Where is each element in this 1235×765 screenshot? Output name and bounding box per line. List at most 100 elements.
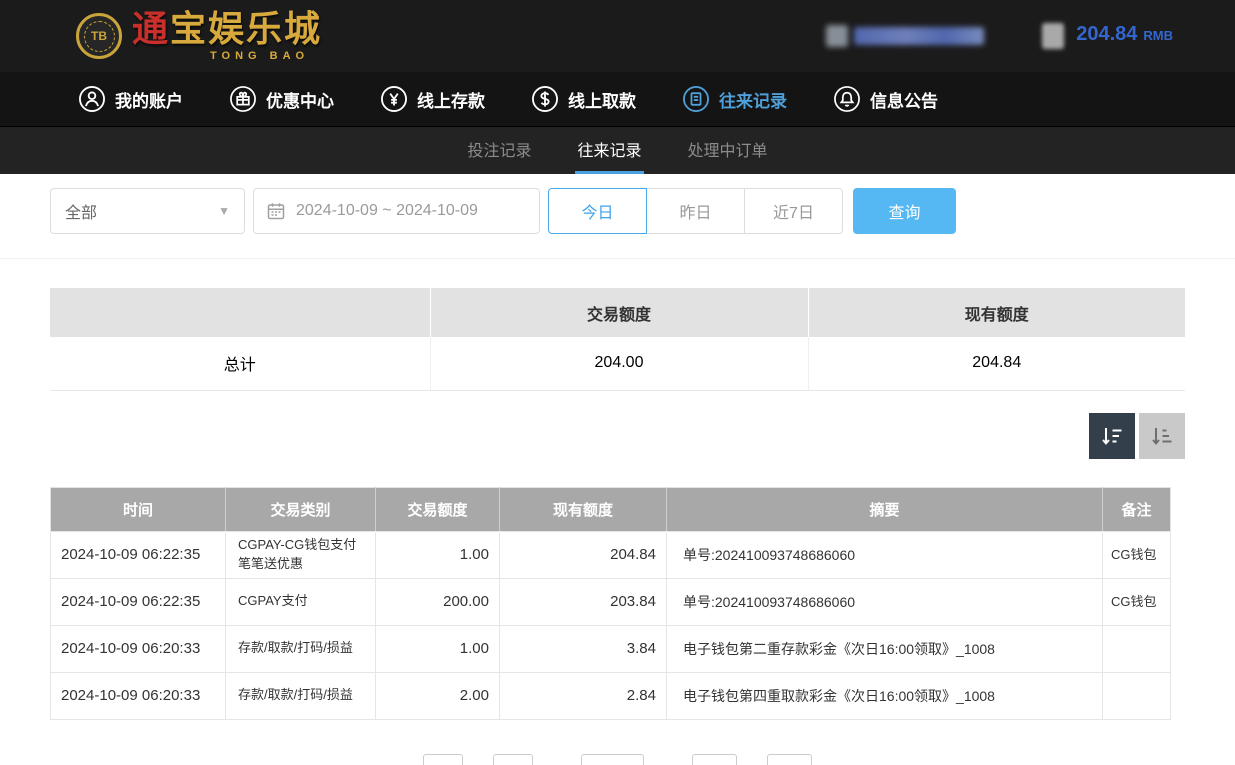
cell-type: 存款/取款/打码/损益 <box>226 672 376 719</box>
summary-total-balance: 204.84 <box>808 337 1185 390</box>
col-header-type: 交易类别 <box>226 487 376 531</box>
cell-summary: 电子钱包第四重取款彩金《次日16:00领取》_1008 <box>667 672 1103 719</box>
cell-amount: 1.00 <box>376 625 500 672</box>
main-nav: 我的账户 优惠中心 线上存款 线上取款 往来记录 <box>0 72 1235 126</box>
nav-item-my-account[interactable]: 我的账户 <box>78 85 183 113</box>
nav-item-label: 我的账户 <box>115 87 183 112</box>
logo-subtitle: TONG BAO <box>210 51 322 62</box>
cell-note <box>1103 672 1171 719</box>
nav-item-label: 信息公告 <box>870 87 938 112</box>
nav-item-label: 往来记录 <box>719 87 787 112</box>
col-header-amount: 交易额度 <box>376 487 500 531</box>
summary-header-row: 交易额度 现有额度 <box>50 288 1185 337</box>
yesterday-button[interactable]: 昨日 <box>646 188 745 234</box>
cell-time: 2024-10-09 06:22:35 <box>51 578 226 625</box>
summary-total-label: 总计 <box>50 337 430 390</box>
today-button[interactable]: 今日 <box>548 188 647 234</box>
gift-icon <box>229 85 257 113</box>
nav-item-label: 线上取款 <box>568 87 636 112</box>
cell-amount: 2.00 <box>376 672 500 719</box>
logo-text: 通宝娱乐城 TONG BAO <box>132 11 322 62</box>
cell-note: CG钱包 <box>1103 531 1171 578</box>
tab-betting-records[interactable]: 投注记录 <box>465 127 533 174</box>
date-range-input[interactable]: 2024-10-09 ~ 2024-10-09 <box>253 188 540 234</box>
user-icon <box>78 85 106 113</box>
tab-pending-orders[interactable]: 处理中订单 <box>686 127 770 174</box>
top-bar: TB 通宝娱乐城 TONG BAO 204.84 RMB <box>0 0 1235 72</box>
sort-desc-icon <box>1099 423 1125 449</box>
cell-summary: 单号:202410093748686060 <box>667 578 1103 625</box>
tab-transaction-records[interactable]: 往来记录 <box>575 127 643 174</box>
col-header-summary: 摘要 <box>667 487 1103 531</box>
cell-note: CG钱包 <box>1103 578 1171 625</box>
calendar-icon <box>266 201 286 221</box>
nav-item-label: 优惠中心 <box>266 87 334 112</box>
sort-controls <box>50 413 1185 459</box>
chevron-down-icon: ▼ <box>218 204 230 218</box>
cell-summary: 电子钱包第二重存款彩金《次日16:00领取》_1008 <box>667 625 1103 672</box>
username-blur <box>854 27 984 45</box>
cell-balance: 203.84 <box>500 578 667 625</box>
records-header-row: 时间 交易类别 交易额度 现有额度 摘要 备注 <box>51 487 1171 531</box>
cell-time: 2024-10-09 06:20:33 <box>51 625 226 672</box>
avatar <box>826 25 848 47</box>
pagination-button[interactable] <box>423 754 463 765</box>
sort-asc-icon <box>1149 423 1175 449</box>
cell-balance: 3.84 <box>500 625 667 672</box>
cell-amount: 1.00 <box>376 531 500 578</box>
quick-range-group: 今日 昨日 近7日 <box>548 188 843 234</box>
cell-summary: 单号:202410093748686060 <box>667 531 1103 578</box>
sort-desc-button[interactable] <box>1089 413 1135 459</box>
cell-type: CGPAY支付 <box>226 578 376 625</box>
summary-header-balance: 现有额度 <box>808 288 1185 337</box>
cell-amount: 200.00 <box>376 578 500 625</box>
table-row: 2024-10-09 06:20:33 存款/取款/打码/损益 1.00 3.8… <box>51 625 1171 672</box>
pagination <box>0 754 1235 765</box>
deposit-coin-icon <box>380 85 408 113</box>
page-select[interactable] <box>581 754 644 765</box>
records-table: 时间 交易类别 交易额度 现有额度 摘要 备注 2024-10-09 06:22… <box>50 487 1171 720</box>
withdraw-coin-icon <box>531 85 559 113</box>
col-header-note: 备注 <box>1103 487 1171 531</box>
filter-bar: 全部 ▼ 2024-10-09 ~ 2024-10-09 今日 昨日 近7日 查… <box>0 174 1235 259</box>
page: TB 通宝娱乐城 TONG BAO 204.84 RMB 我的账户 <box>0 0 1235 765</box>
date-range-value: 2024-10-09 ~ 2024-10-09 <box>296 202 478 220</box>
type-select[interactable]: 全部 ▼ <box>50 188 245 234</box>
col-header-balance: 现有额度 <box>500 487 667 531</box>
nav-item-transaction-records[interactable]: 往来记录 <box>682 85 787 113</box>
pagination-button[interactable] <box>692 754 737 765</box>
sort-asc-button[interactable] <box>1139 413 1185 459</box>
last7days-button[interactable]: 近7日 <box>744 188 843 234</box>
balance-currency: RMB <box>1143 28 1173 43</box>
top-right-cluster: 204.84 RMB <box>826 23 1173 49</box>
cell-balance: 204.84 <box>500 531 667 578</box>
nav-item-promotions[interactable]: 优惠中心 <box>229 85 334 113</box>
nav-item-announcements[interactable]: 信息公告 <box>833 85 938 113</box>
nav-item-deposit[interactable]: 线上存款 <box>380 85 485 113</box>
sub-nav: 投注记录 往来记录 处理中订单 <box>0 126 1235 174</box>
balance-display: 204.84 RMB <box>1042 23 1173 49</box>
table-row: 2024-10-09 06:20:33 存款/取款/打码/损益 2.00 2.8… <box>51 672 1171 719</box>
cell-time: 2024-10-09 06:20:33 <box>51 672 226 719</box>
cell-type: CGPAY-CG钱包支付笔笔送优惠 <box>226 531 376 578</box>
wallet-icon <box>1042 23 1064 49</box>
pagination-button[interactable] <box>493 754 533 765</box>
table-row: 2024-10-09 06:22:35 CGPAY-CG钱包支付笔笔送优惠 1.… <box>51 531 1171 578</box>
balance-amount: 204.84 <box>1076 23 1137 46</box>
logo-title: 通宝娱乐城 <box>132 11 322 47</box>
chip-logo-icon: TB <box>76 13 122 59</box>
query-button[interactable]: 查询 <box>853 188 956 234</box>
nav-item-withdraw[interactable]: 线上取款 <box>531 85 636 113</box>
blurred-username <box>826 25 984 47</box>
logo-chars-gold: 宝娱乐城 <box>170 8 322 49</box>
cell-balance: 2.84 <box>500 672 667 719</box>
type-select-value: 全部 <box>65 199 97 223</box>
pagination-button[interactable] <box>767 754 812 765</box>
cell-type: 存款/取款/打码/损益 <box>226 625 376 672</box>
site-logo[interactable]: TB 通宝娱乐城 TONG BAO <box>76 11 322 62</box>
summary-total-row: 总计 204.00 204.84 <box>50 337 1185 390</box>
cell-note <box>1103 625 1171 672</box>
nav-item-label: 线上存款 <box>417 87 485 112</box>
chip-logo-text: TB <box>84 21 115 52</box>
summary-header-empty <box>50 288 430 337</box>
